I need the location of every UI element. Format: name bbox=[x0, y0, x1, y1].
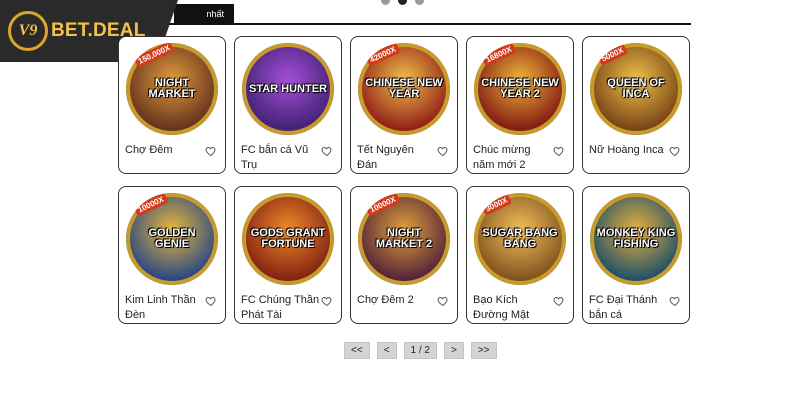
heart-icon[interactable] bbox=[205, 145, 217, 157]
first-page-button[interactable]: << bbox=[344, 342, 370, 359]
heart-icon[interactable] bbox=[669, 145, 681, 157]
game-card[interactable]: 16800X CHINESE NEW YEAR 2 Chúc mừng năm … bbox=[466, 36, 574, 174]
card-footer: Nữ Hoàng Inca bbox=[589, 143, 683, 158]
heart-icon[interactable] bbox=[669, 295, 681, 307]
game-thumbnail[interactable]: 10000X GOLDEN GENIE bbox=[126, 193, 218, 285]
game-card[interactable]: 150,000X NIGHT MARKET Chợ Đêm bbox=[118, 36, 226, 174]
game-card[interactable]: STAR HUNTER FC bắn cá Vũ Trụ bbox=[234, 36, 342, 174]
heart-icon[interactable] bbox=[321, 145, 333, 157]
game-name[interactable]: Tết Nguyên Đán bbox=[357, 143, 437, 173]
category-tab-bar: nhất bbox=[118, 4, 691, 25]
card-footer: Chúc mừng năm mới 2 bbox=[473, 143, 567, 173]
heart-icon[interactable] bbox=[321, 295, 333, 307]
page-indicator: 1 / 2 bbox=[403, 342, 437, 359]
game-logo-art: MONKEY KING FISHING bbox=[596, 227, 676, 250]
heart-icon[interactable] bbox=[205, 295, 217, 307]
game-card[interactable]: 5000X QUEEN OF INCA Nữ Hoàng Inca bbox=[582, 36, 690, 174]
game-logo-art: GOLDEN GENIE bbox=[148, 227, 196, 250]
game-logo-art: NIGHT MARKET 2 bbox=[375, 227, 433, 250]
heart-icon[interactable] bbox=[553, 295, 565, 307]
game-card[interactable]: 3000X SUGAR BANG BANG Bạo Kích Đường Mật bbox=[466, 186, 574, 324]
game-thumbnail[interactable]: STAR HUNTER bbox=[242, 43, 334, 135]
last-page-button[interactable]: >> bbox=[470, 342, 497, 359]
game-name[interactable]: FC bắn cá Vũ Trụ bbox=[241, 143, 321, 173]
card-footer: FC Chúng Thần Phát Tài bbox=[241, 293, 335, 323]
game-thumbnail[interactable]: 5000X QUEEN OF INCA bbox=[590, 43, 682, 135]
game-name[interactable]: Chợ Đêm bbox=[125, 143, 205, 158]
game-logo-art: CHINESE NEW YEAR 2 bbox=[481, 77, 559, 100]
tab-active[interactable]: nhất bbox=[174, 4, 234, 23]
card-footer: Chợ Đêm 2 bbox=[357, 293, 451, 308]
game-card[interactable]: GODS GRANT FORTUNE FC Chúng Thần Phát Tà… bbox=[234, 186, 342, 324]
game-thumbnail[interactable]: 42000X CHINESE NEW YEAR bbox=[358, 43, 450, 135]
heart-icon[interactable] bbox=[437, 295, 449, 307]
game-thumbnail[interactable]: GODS GRANT FORTUNE bbox=[242, 193, 334, 285]
game-logo-art: CHINESE NEW YEAR bbox=[365, 77, 443, 100]
game-logo-art: NIGHT MARKET bbox=[148, 77, 196, 100]
card-footer: FC Đại Thánh bắn cá bbox=[589, 293, 683, 323]
game-logo-art: QUEEN OF INCA bbox=[607, 77, 665, 100]
game-thumbnail[interactable]: MONKEY KING FISHING bbox=[590, 193, 682, 285]
next-page-button[interactable]: > bbox=[444, 342, 464, 359]
card-footer: Kim Linh Thần Đèn bbox=[125, 293, 219, 323]
game-grid: 150,000X NIGHT MARKET Chợ Đêm STAR HUNTE… bbox=[118, 36, 692, 324]
game-name[interactable]: FC Chúng Thần Phát Tài bbox=[241, 293, 321, 323]
heart-icon[interactable] bbox=[437, 145, 449, 157]
game-name[interactable]: Nữ Hoàng Inca bbox=[589, 143, 669, 158]
game-card[interactable]: MONKEY KING FISHING FC Đại Thánh bắn cá bbox=[582, 186, 690, 324]
game-thumbnail[interactable]: 150,000X NIGHT MARKET bbox=[126, 43, 218, 135]
pagination: << < 1 / 2 > >> bbox=[344, 342, 497, 359]
card-footer: Tết Nguyên Đán bbox=[357, 143, 451, 173]
game-card[interactable]: 42000X CHINESE NEW YEAR Tết Nguyên Đán bbox=[350, 36, 458, 174]
game-name[interactable]: Chúc mừng năm mới 2 bbox=[473, 143, 553, 173]
card-footer: Bạo Kích Đường Mật bbox=[473, 293, 567, 323]
prev-page-button[interactable]: < bbox=[376, 342, 397, 359]
game-name[interactable]: FC Đại Thánh bắn cá bbox=[589, 293, 669, 323]
card-footer: Chợ Đêm bbox=[125, 143, 219, 158]
game-logo-art: SUGAR BANG BANG bbox=[482, 227, 558, 250]
game-logo-art: STAR HUNTER bbox=[248, 82, 327, 95]
game-thumbnail[interactable]: 10000X NIGHT MARKET 2 bbox=[358, 193, 450, 285]
game-thumbnail[interactable]: 16800X CHINESE NEW YEAR 2 bbox=[474, 43, 566, 135]
game-thumbnail[interactable]: 3000X SUGAR BANG BANG bbox=[474, 193, 566, 285]
game-card[interactable]: 10000X NIGHT MARKET 2 Chợ Đêm 2 bbox=[350, 186, 458, 324]
game-name[interactable]: Kim Linh Thần Đèn bbox=[125, 293, 205, 323]
game-name[interactable]: Bạo Kích Đường Mật bbox=[473, 293, 553, 323]
logo-mark: V9 bbox=[8, 11, 48, 51]
game-card[interactable]: 10000X GOLDEN GENIE Kim Linh Thần Đèn bbox=[118, 186, 226, 324]
card-footer: FC bắn cá Vũ Trụ bbox=[241, 143, 335, 173]
game-logo-art: GODS GRANT FORTUNE bbox=[250, 227, 326, 250]
tab-label: nhất bbox=[206, 8, 224, 19]
game-name[interactable]: Chợ Đêm 2 bbox=[357, 293, 437, 308]
heart-icon[interactable] bbox=[553, 145, 565, 157]
